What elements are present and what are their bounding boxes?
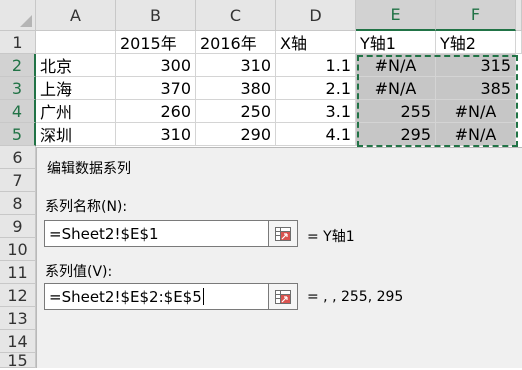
row-header-10[interactable]: 10 (0, 238, 36, 261)
series-name-range-picker-button[interactable] (268, 220, 298, 247)
cell-b2[interactable]: 300 (116, 54, 196, 77)
column-header-g-partial[interactable] (516, 0, 522, 31)
cell-a4[interactable]: 广州 (36, 100, 116, 123)
cell-e5[interactable]: 295 (356, 123, 436, 146)
cell-d3[interactable]: 2.1 (276, 77, 356, 100)
row-header-5[interactable]: 5 (0, 123, 36, 146)
row-header-4[interactable]: 4 (0, 100, 36, 123)
cell-f3[interactable]: 385 (436, 77, 516, 100)
select-all-corner[interactable] (0, 0, 36, 31)
row-header-7[interactable]: 7 (0, 169, 36, 192)
cell-f1[interactable]: Y轴2 (436, 31, 516, 54)
cell-g1-partial[interactable] (516, 31, 522, 54)
column-header-c[interactable]: C (196, 0, 276, 31)
row-header-6[interactable]: 6 (0, 146, 36, 169)
series-name-input[interactable]: =Sheet2!$E$1 (44, 220, 298, 247)
row-header-9[interactable]: 9 (0, 215, 36, 238)
cell-a3[interactable]: 上海 (36, 77, 116, 100)
row-header-3[interactable]: 3 (0, 77, 36, 100)
column-header-a[interactable]: A (36, 0, 116, 31)
cell-f2[interactable]: 315 (436, 54, 516, 77)
row-header-1[interactable]: 1 (0, 31, 36, 54)
row-header-13[interactable]: 13 (0, 307, 36, 330)
cell-c1[interactable]: 2016年 (196, 31, 276, 54)
column-header-f[interactable]: F (436, 0, 516, 31)
cell-a1[interactable] (36, 31, 116, 54)
cell-d2[interactable]: 1.1 (276, 54, 356, 77)
cell-f5[interactable]: #N/A (436, 123, 516, 146)
cell-b1[interactable]: 2015年 (116, 31, 196, 54)
row-header-12[interactable]: 12 (0, 284, 36, 307)
cell-e2[interactable]: #N/A (356, 54, 436, 77)
cell-e4[interactable]: 255 (356, 100, 436, 123)
column-header-e[interactable]: E (356, 0, 436, 31)
cell-c5[interactable]: 290 (196, 123, 276, 146)
row-header-15[interactable]: 15 (0, 351, 36, 370)
cell-d5[interactable]: 4.1 (276, 123, 356, 146)
series-values-input[interactable]: =Sheet2!$E$2:$E$5 (44, 283, 298, 310)
series-values-label: 系列值(V): (45, 264, 113, 280)
series-name-label: 系列名称(N): (45, 199, 128, 215)
series-values-value: =Sheet2!$E$2:$E$5 (49, 287, 202, 306)
cell-b3[interactable]: 370 (116, 77, 196, 100)
text-caret (202, 288, 204, 305)
cell-e3[interactable]: #N/A (356, 77, 436, 100)
range-select-icon (275, 226, 291, 241)
row-header-11[interactable]: 11 (0, 261, 36, 284)
range-select-icon (275, 289, 291, 304)
series-values-range-picker-button[interactable] (268, 283, 298, 310)
cell-e1[interactable]: Y轴1 (356, 31, 436, 54)
column-header-d[interactable]: D (276, 0, 356, 31)
cell-a2[interactable]: 北京 (36, 54, 116, 77)
cell-d1[interactable]: X轴 (276, 31, 356, 54)
column-header-b[interactable]: B (116, 0, 196, 31)
series-name-value: =Sheet2!$E$1 (49, 224, 159, 243)
series-name-preview: = Y轴1 (307, 229, 355, 245)
cell-c4[interactable]: 250 (196, 100, 276, 123)
cell-f4[interactable]: #N/A (436, 100, 516, 123)
series-values-preview: = , , 255, 295 (307, 289, 404, 305)
dialog-title: 编辑数据系列 (47, 161, 131, 177)
row-header-2[interactable]: 2 (0, 54, 36, 77)
cell-c3[interactable]: 380 (196, 77, 276, 100)
cell-c2[interactable]: 310 (196, 54, 276, 77)
cell-a5[interactable]: 深圳 (36, 123, 116, 146)
edit-series-dialog: 编辑数据系列 系列名称(N): =Sheet2!$E$1 = Y轴1 系列值(V… (36, 147, 522, 368)
cell-b4[interactable]: 260 (116, 100, 196, 123)
cell-d4[interactable]: 3.1 (276, 100, 356, 123)
cell-b5[interactable]: 310 (116, 123, 196, 146)
row-header-8[interactable]: 8 (0, 192, 36, 215)
